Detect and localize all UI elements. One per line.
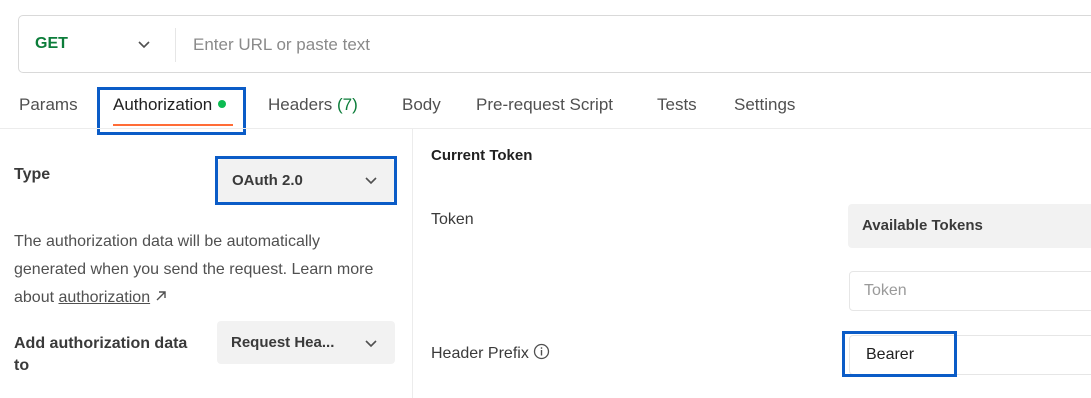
tab-headers-label: Headers [268,95,333,114]
chevron-down-icon [365,340,377,348]
auth-description: The authorization data will be automatic… [14,228,394,312]
header-prefix-label-text: Header Prefix [431,345,529,362]
method-select-label[interactable]: GET [35,35,68,53]
external-link-arrow-icon[interactable] [155,290,167,302]
type-label: Type [14,166,51,183]
tab-body[interactable]: Body [402,95,441,115]
info-icon[interactable] [533,343,550,360]
token-input[interactable] [849,271,1091,311]
tab-headers[interactable]: Headers (7) [268,95,358,115]
headers-count: (7) [337,95,358,114]
url-divider [175,28,176,62]
tab-settings[interactable]: Settings [734,95,795,115]
header-prefix-highlight [842,331,957,377]
available-tokens-label: Available Tokens [862,217,983,234]
header-prefix-label: Header Prefix [431,343,550,363]
chevron-down-icon[interactable] [136,36,152,52]
add-auth-data-select[interactable]: Request Hea... [217,321,395,364]
tab-tests[interactable]: Tests [657,95,697,115]
tab-params[interactable]: Params [19,95,78,115]
auth-type-highlight [215,156,397,205]
tab-pre-request-script[interactable]: Pre-request Script [476,95,613,115]
tabs-border [0,128,1091,129]
url-input[interactable] [183,30,1063,60]
pane-divider [412,129,413,398]
add-auth-data-label: Add authorization data to [14,335,188,374]
token-label: Token [431,211,474,228]
add-auth-data-value: Request Hea... [231,334,335,351]
available-tokens-select[interactable]: Available Tokens [848,204,1091,248]
authorization-link[interactable]: authorization [58,289,150,306]
url-bar: GET [18,15,1091,73]
current-token-heading: Current Token [431,147,533,164]
